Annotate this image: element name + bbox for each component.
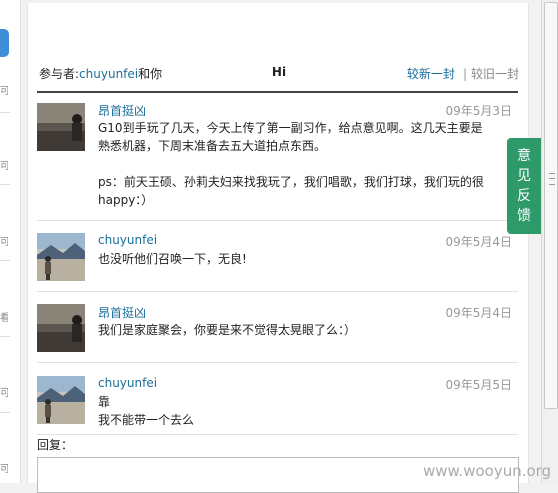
- message-sender[interactable]: 昂首挺凶: [98, 102, 146, 119]
- watermark: www.wooyun.org: [423, 462, 552, 480]
- thread-header: 参与者:chuyunfei和你 Hi 较新一封 | 较旧一封: [39, 65, 519, 83]
- reply-label: 回复：: [37, 438, 74, 452]
- avatar[interactable]: [37, 103, 85, 151]
- sidebar-divider: [0, 184, 10, 185]
- message-sender[interactable]: 昂首挺凶: [98, 304, 146, 321]
- message-date: 09年5月3日: [445, 104, 512, 118]
- vertical-scrollbar[interactable]: [541, 0, 558, 483]
- feedback-char: 见: [517, 168, 531, 184]
- sidebar-item[interactable]: 可: [0, 460, 8, 475]
- sidebar-item[interactable]: 看: [0, 309, 8, 324]
- avatar-photo-icon: [37, 103, 85, 151]
- message-date: 09年5月5日: [445, 378, 512, 392]
- sidebar-tab-button[interactable]: [0, 29, 9, 57]
- sidebar-item[interactable]: 可: [0, 157, 8, 172]
- feedback-tab-button[interactable]: 意 见 反 馈: [507, 138, 541, 234]
- sidebar-divider: [0, 112, 10, 113]
- sidebar-divider: [0, 336, 10, 337]
- message-item: chuyunfei 09年5月5日 靠 我不能带一个去么: [37, 376, 518, 435]
- avatar-photo-icon: [37, 304, 85, 352]
- scrollbar-thumb[interactable]: [544, 2, 558, 409]
- avatar-photo-icon: [37, 376, 85, 424]
- avatar-photo-icon: [37, 233, 85, 281]
- message-item: chuyunfei 09年5月4日 也没听他们召唤一下，无良!: [37, 233, 518, 292]
- message-body: 也没听他们召唤一下，无良!: [98, 252, 247, 266]
- sidebar-item[interactable]: 可: [0, 384, 8, 399]
- sidebar-item[interactable]: 可: [0, 82, 8, 97]
- message-sender[interactable]: chuyunfei: [98, 376, 157, 390]
- nav-separator: |: [462, 67, 467, 81]
- message-body: 我们是家庭聚会，你要是来不觉得太晃眼了么：）: [98, 323, 357, 337]
- feedback-char: 反: [517, 188, 531, 204]
- avatar[interactable]: [37, 304, 85, 352]
- message-date: 09年5月4日: [445, 306, 512, 320]
- thread-nav: 较新一封 | 较旧一封: [407, 65, 519, 82]
- avatar[interactable]: [37, 376, 85, 424]
- message-body: 靠 我不能带一个去么: [98, 395, 195, 427]
- message-item: 昂首挺凶 09年5月4日 我们是家庭聚会，你要是来不觉得太晃眼了么：）: [37, 304, 518, 363]
- header-divider: [37, 91, 518, 93]
- message-body: G10到手玩了几天，今天上传了第一副习作，给点意见啊。这几天主要是熟悉机器，下周…: [98, 121, 484, 207]
- sidebar-divider: [0, 260, 10, 261]
- scrollbar-grip-icon: [549, 173, 555, 185]
- sidebar-divider: [0, 412, 10, 413]
- feedback-char: 馈: [517, 208, 531, 224]
- message-date: 09年5月4日: [445, 235, 512, 249]
- newer-thread-link[interactable]: 较新一封: [407, 67, 455, 81]
- feedback-char: 意: [517, 148, 531, 164]
- left-sidebar-strip: 可 可 可 看 可 可: [0, 0, 21, 483]
- avatar[interactable]: [37, 233, 85, 281]
- older-thread-link[interactable]: 较旧一封: [471, 67, 519, 81]
- message-item: 昂首挺凶 09年5月3日 G10到手玩了几天，今天上传了第一副习作，给点意见啊。…: [37, 102, 518, 221]
- sidebar-item[interactable]: 可: [0, 233, 8, 248]
- message-sender[interactable]: chuyunfei: [98, 233, 157, 247]
